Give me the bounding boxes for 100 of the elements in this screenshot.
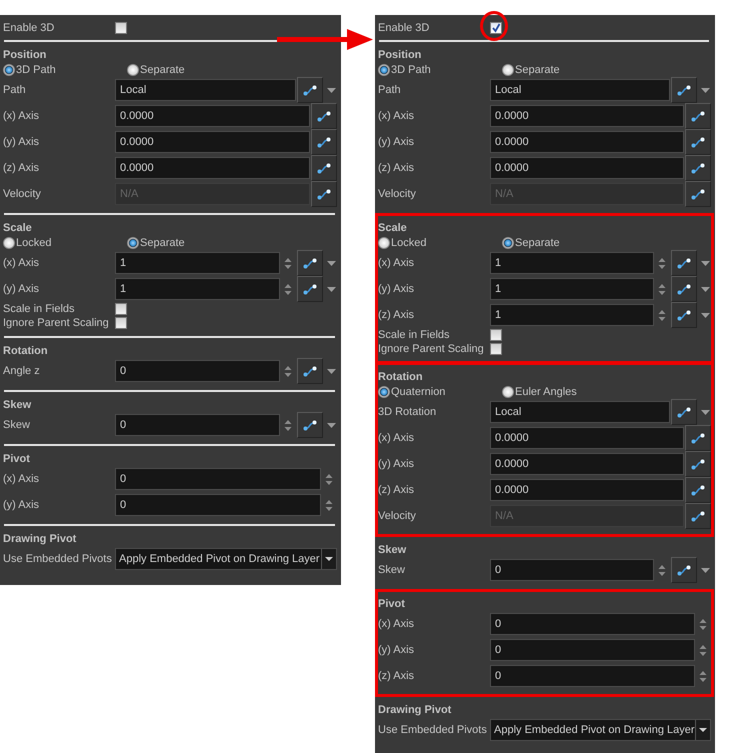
text-field[interactable]: 0.0000: [490, 453, 684, 475]
curve-icon: [317, 162, 331, 174]
curve-icon: [691, 510, 705, 522]
section-title: Scale: [3, 221, 33, 235]
field-label: Use Embedded Pivots: [378, 724, 488, 736]
field-label: (y) Axis: [378, 644, 416, 656]
field-label: Path: [3, 84, 27, 96]
section-title: Drawing Pivot: [378, 703, 452, 717]
field-label: (x) Axis: [3, 473, 40, 485]
text-field[interactable]: Local: [115, 79, 296, 101]
section-title: Scale: [378, 221, 408, 235]
function-curve-button[interactable]: [685, 451, 711, 477]
text-field[interactable]: 0: [490, 613, 695, 635]
field-label: Ignore Parent Scaling: [378, 343, 485, 355]
dropdown[interactable]: Apply Embedded Pivot on Drawing Layer: [115, 548, 337, 570]
section-title: Drawing Pivot: [3, 532, 78, 546]
text-field[interactable]: 0.0000: [490, 105, 684, 127]
function-curve-button[interactable]: [685, 477, 711, 503]
checkbox[interactable]: [490, 22, 502, 34]
field-label: (z) Axis: [378, 670, 416, 682]
function-curve-button[interactable]: [297, 412, 323, 438]
field-label: (y) Axis: [378, 283, 416, 295]
function-curve-button[interactable]: [297, 358, 323, 384]
radio-button[interactable]: Quaternion: [378, 386, 502, 398]
function-curve-button[interactable]: [311, 103, 337, 129]
function-curve-button[interactable]: [311, 129, 337, 155]
text-field[interactable]: 0: [115, 360, 280, 382]
field-label: Ignore Parent Scaling: [3, 317, 110, 329]
text-field[interactable]: 1: [115, 252, 280, 274]
curve-icon: [691, 136, 705, 148]
function-curve-button[interactable]: [671, 557, 697, 583]
text-field[interactable]: 0.0000: [490, 131, 684, 153]
function-curve-button[interactable]: [685, 155, 711, 181]
function-curve-button[interactable]: [685, 129, 711, 155]
function-curve-button[interactable]: [671, 399, 697, 425]
function-curve-button[interactable]: [297, 250, 323, 276]
radio-button[interactable]: Separate: [502, 236, 626, 248]
curve-icon: [317, 110, 331, 122]
radio-button[interactable]: Separate: [127, 64, 251, 76]
radio-button[interactable]: 3D Path: [3, 64, 127, 76]
field-label: (x) Axis: [378, 432, 416, 444]
field-label: Scale in Fields: [378, 329, 451, 341]
dropdown[interactable]: Apply Embedded Pivot on Drawing Layer: [490, 719, 711, 741]
field-label: (y) Axis: [378, 136, 416, 148]
text-field[interactable]: Local: [490, 401, 670, 423]
function-curve-button[interactable]: [671, 250, 697, 276]
radio-button[interactable]: Euler Angles: [502, 386, 626, 398]
field-label: Scale in Fields: [3, 303, 76, 315]
checkbox[interactable]: [115, 317, 127, 329]
text-field[interactable]: 0.0000: [115, 105, 310, 127]
text-field[interactable]: 0: [115, 414, 280, 436]
text-field[interactable]: 0.0000: [115, 131, 310, 153]
function-curve-button[interactable]: [685, 103, 711, 129]
field-label: Enable 3D: [3, 22, 56, 34]
function-curve-button[interactable]: [297, 77, 323, 103]
text-field[interactable]: 0: [115, 494, 321, 516]
text-field[interactable]: 1: [490, 252, 654, 274]
section-title: Skew: [378, 543, 408, 557]
field-label: 3D Rotation: [378, 406, 438, 418]
field-label: (y) Axis: [3, 499, 40, 511]
radio-button[interactable]: Locked: [3, 236, 127, 248]
radio-button[interactable]: 3D Path: [378, 64, 502, 76]
text-field[interactable]: Local: [490, 79, 670, 101]
field-label: Velocity: [3, 188, 42, 200]
section-title: Pivot: [3, 452, 31, 466]
function-curve-button[interactable]: [671, 77, 697, 103]
field-label: (z) Axis: [3, 162, 40, 174]
text-field[interactable]: 0.0000: [490, 427, 684, 449]
checkbox[interactable]: [490, 343, 502, 355]
checkbox[interactable]: [490, 329, 502, 341]
function-curve-button[interactable]: [685, 425, 711, 451]
text-field[interactable]: 0: [490, 665, 695, 687]
field-label: (x) Axis: [378, 618, 416, 630]
checkbox[interactable]: [115, 303, 127, 315]
checkbox[interactable]: [115, 22, 127, 34]
text-field[interactable]: 0: [115, 468, 321, 490]
text-field[interactable]: 1: [490, 304, 654, 326]
text-field[interactable]: 1: [115, 278, 280, 300]
curve-icon: [691, 188, 705, 200]
curve-icon: [677, 284, 691, 294]
text-field[interactable]: 0.0000: [490, 157, 684, 179]
curve-icon: [677, 258, 691, 268]
function-curve-button[interactable]: [671, 276, 697, 302]
text-field[interactable]: 0.0000: [115, 157, 310, 179]
dropdown-arrow-icon: [325, 557, 333, 561]
field-label: (x) Axis: [3, 257, 40, 269]
field-label: (z) Axis: [378, 162, 416, 174]
radio-button[interactable]: Separate: [502, 64, 626, 76]
function-curve-button[interactable]: [311, 155, 337, 181]
field-label: (y) Axis: [3, 283, 40, 295]
function-curve-button[interactable]: [671, 302, 697, 328]
function-curve-button[interactable]: [297, 276, 323, 302]
radio-button[interactable]: Locked: [378, 236, 502, 248]
text-field[interactable]: 0: [490, 559, 654, 581]
text-field[interactable]: 1: [490, 278, 654, 300]
text-field[interactable]: 0.0000: [490, 479, 684, 501]
section-title: Pivot: [378, 597, 406, 611]
text-field[interactable]: 0: [490, 639, 695, 661]
field-label: (y) Axis: [378, 458, 416, 470]
radio-button[interactable]: Separate: [127, 236, 251, 248]
